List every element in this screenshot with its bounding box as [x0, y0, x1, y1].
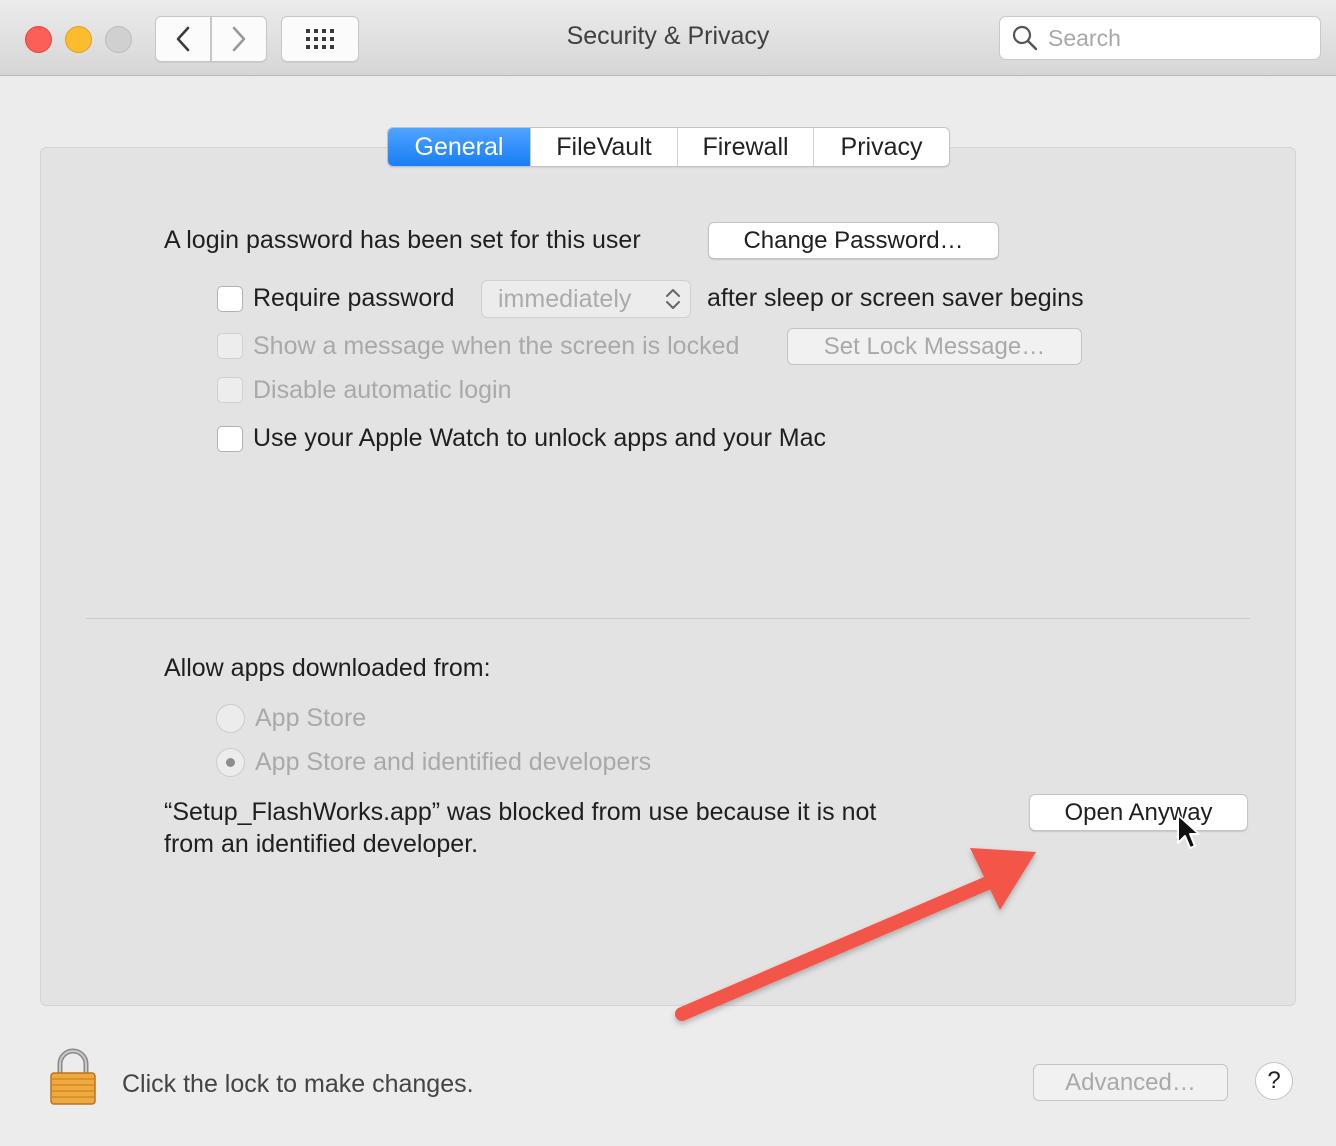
disable-auto-login-label: Disable automatic login	[253, 376, 512, 404]
lock-text: Click the lock to make changes.	[122, 1070, 474, 1098]
apple-watch-label: Use your Apple Watch to unlock apps and …	[253, 424, 826, 452]
search-input[interactable]	[1046, 23, 1290, 53]
radio-identified-label: App Store and identified developers	[255, 748, 652, 776]
blocked-message-line1: “Setup_FlashWorks.app” was blocked from …	[164, 798, 877, 826]
updown-arrows-icon	[666, 289, 680, 309]
allow-apps-label: Allow apps downloaded from:	[164, 654, 491, 682]
tab-bar: General FileVault Firewall Privacy	[387, 127, 950, 167]
tab-firewall[interactable]: Firewall	[677, 128, 813, 166]
radio-selected-dot	[226, 758, 235, 767]
security-privacy-window: Security & Privacy General FileVault Fir…	[0, 0, 1336, 1146]
show-message-checkbox[interactable]	[217, 333, 243, 359]
back-button[interactable]	[155, 16, 211, 62]
blocked-message-line2: from an identified developer.	[164, 830, 479, 858]
tab-filevault[interactable]: FileVault	[530, 128, 677, 166]
close-button[interactable]	[25, 26, 52, 53]
tab-general[interactable]: General	[388, 128, 530, 166]
section-divider	[86, 618, 1250, 619]
minimize-button[interactable]	[65, 26, 92, 53]
disable-auto-login-checkbox[interactable]	[217, 377, 243, 403]
chevron-right-icon	[232, 26, 246, 52]
title-bar: Security & Privacy	[0, 0, 1336, 76]
open-anyway-button[interactable]: Open Anyway	[1029, 794, 1248, 831]
window-title: Security & Privacy	[566, 22, 770, 50]
login-password-text: A login password has been set for this u…	[164, 226, 641, 254]
require-password-label: Require password	[253, 284, 455, 312]
show-all-button[interactable]	[281, 16, 359, 62]
delay-value: immediately	[498, 284, 632, 313]
mouse-pointer-icon	[1177, 814, 1200, 849]
lock-icon[interactable]	[48, 1048, 98, 1106]
set-lock-message-button[interactable]: Set Lock Message…	[787, 328, 1082, 365]
zoom-button[interactable]	[105, 26, 132, 53]
apple-watch-checkbox[interactable]	[217, 426, 243, 452]
after-sleep-label: after sleep or screen saver begins	[707, 284, 1084, 312]
advanced-button[interactable]: Advanced…	[1033, 1064, 1228, 1101]
radio-app-store-label: App Store	[255, 704, 367, 732]
radio-identified-developers[interactable]	[216, 748, 245, 777]
require-password-checkbox[interactable]	[217, 286, 243, 312]
radio-app-store[interactable]	[216, 704, 245, 733]
help-button[interactable]: ?	[1255, 1062, 1293, 1100]
annotation-arrow-icon	[675, 848, 1036, 1021]
require-password-delay-popup[interactable]: immediately	[481, 280, 691, 318]
show-message-label: Show a message when the screen is locked	[253, 332, 740, 360]
grid-icon	[306, 29, 334, 49]
forward-button[interactable]	[211, 16, 267, 62]
chevron-left-icon	[176, 26, 190, 52]
tab-privacy[interactable]: Privacy	[813, 128, 949, 166]
change-password-button[interactable]: Change Password…	[708, 222, 999, 259]
search-field[interactable]	[999, 16, 1321, 60]
search-icon	[1012, 25, 1038, 51]
